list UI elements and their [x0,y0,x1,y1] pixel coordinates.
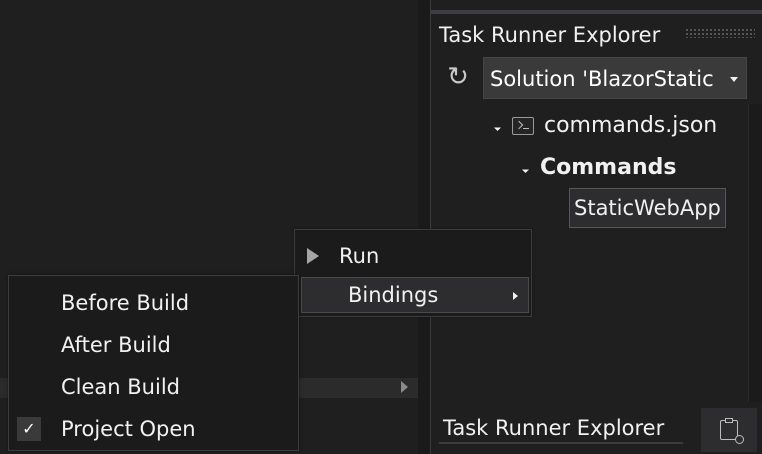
chevron-right-icon [513,292,518,300]
tab-package-manager[interactable] [701,408,757,452]
tree-item-commands-group[interactable]: Commands [521,152,677,184]
panel-drag-grip[interactable] [685,28,755,38]
menu-item-bindings[interactable]: Bindings [301,277,529,313]
tree-item-label: commands.json [544,113,718,138]
menu-item-label: Before Build [61,291,190,315]
play-icon [307,248,319,264]
menu-item-label: Project Open [61,417,196,441]
task-context-menu: Run Bindings [294,229,532,317]
task-runner-explorer-panel: Task Runner Explorer ↻ Solution 'BlazorS… [430,0,762,454]
menu-item-after-build[interactable]: After Build [61,327,281,363]
chevron-down-icon [730,77,738,82]
menu-item-label: After Build [61,333,171,357]
bottom-tab-strip: Task Runner Explorer [431,404,762,454]
menu-item-label: Run [339,244,380,268]
menu-item-label: Clean Build [61,375,180,399]
refresh-icon[interactable]: ↻ [443,62,473,92]
menu-item-before-build[interactable]: Before Build [61,285,281,321]
tree-item-label: Commands [540,155,677,180]
json-file-icon [512,117,534,135]
window-splitter[interactable] [418,0,430,454]
panel-top-strip [431,10,762,14]
solution-dropdown-value: Solution 'BlazorStatic [490,67,714,91]
task-item-label: StaticWebApp [574,196,721,220]
task-item-staticwebapp[interactable]: StaticWebApp [569,188,726,228]
menu-item-clean-build[interactable]: Clean Build [61,369,281,405]
tab-task-runner-explorer[interactable]: Task Runner Explorer [439,412,668,444]
clipboard-icon [720,418,744,444]
solution-dropdown[interactable]: Solution 'BlazorStatic [483,57,747,99]
checkmark-icon: ✓ [17,417,41,441]
menu-item-label: Bindings [348,283,439,307]
panel-title: Task Runner Explorer [439,23,661,47]
tree-item-commands-json[interactable]: commands.json [493,110,718,142]
menu-item-project-open[interactable]: ✓ Project Open [17,411,281,447]
active-tab-indicator [439,442,683,444]
scroll-right-icon[interactable] [401,381,408,393]
expanded-arrow-icon[interactable] [521,165,530,173]
bindings-submenu: Before Build After Build Clean Build ✓ P… [8,275,299,451]
menu-item-run[interactable]: Run [307,238,523,274]
tab-label: Task Runner Explorer [443,416,665,440]
expanded-arrow-icon[interactable] [493,123,502,131]
panel-vertical-scrollbar[interactable] [748,104,762,402]
